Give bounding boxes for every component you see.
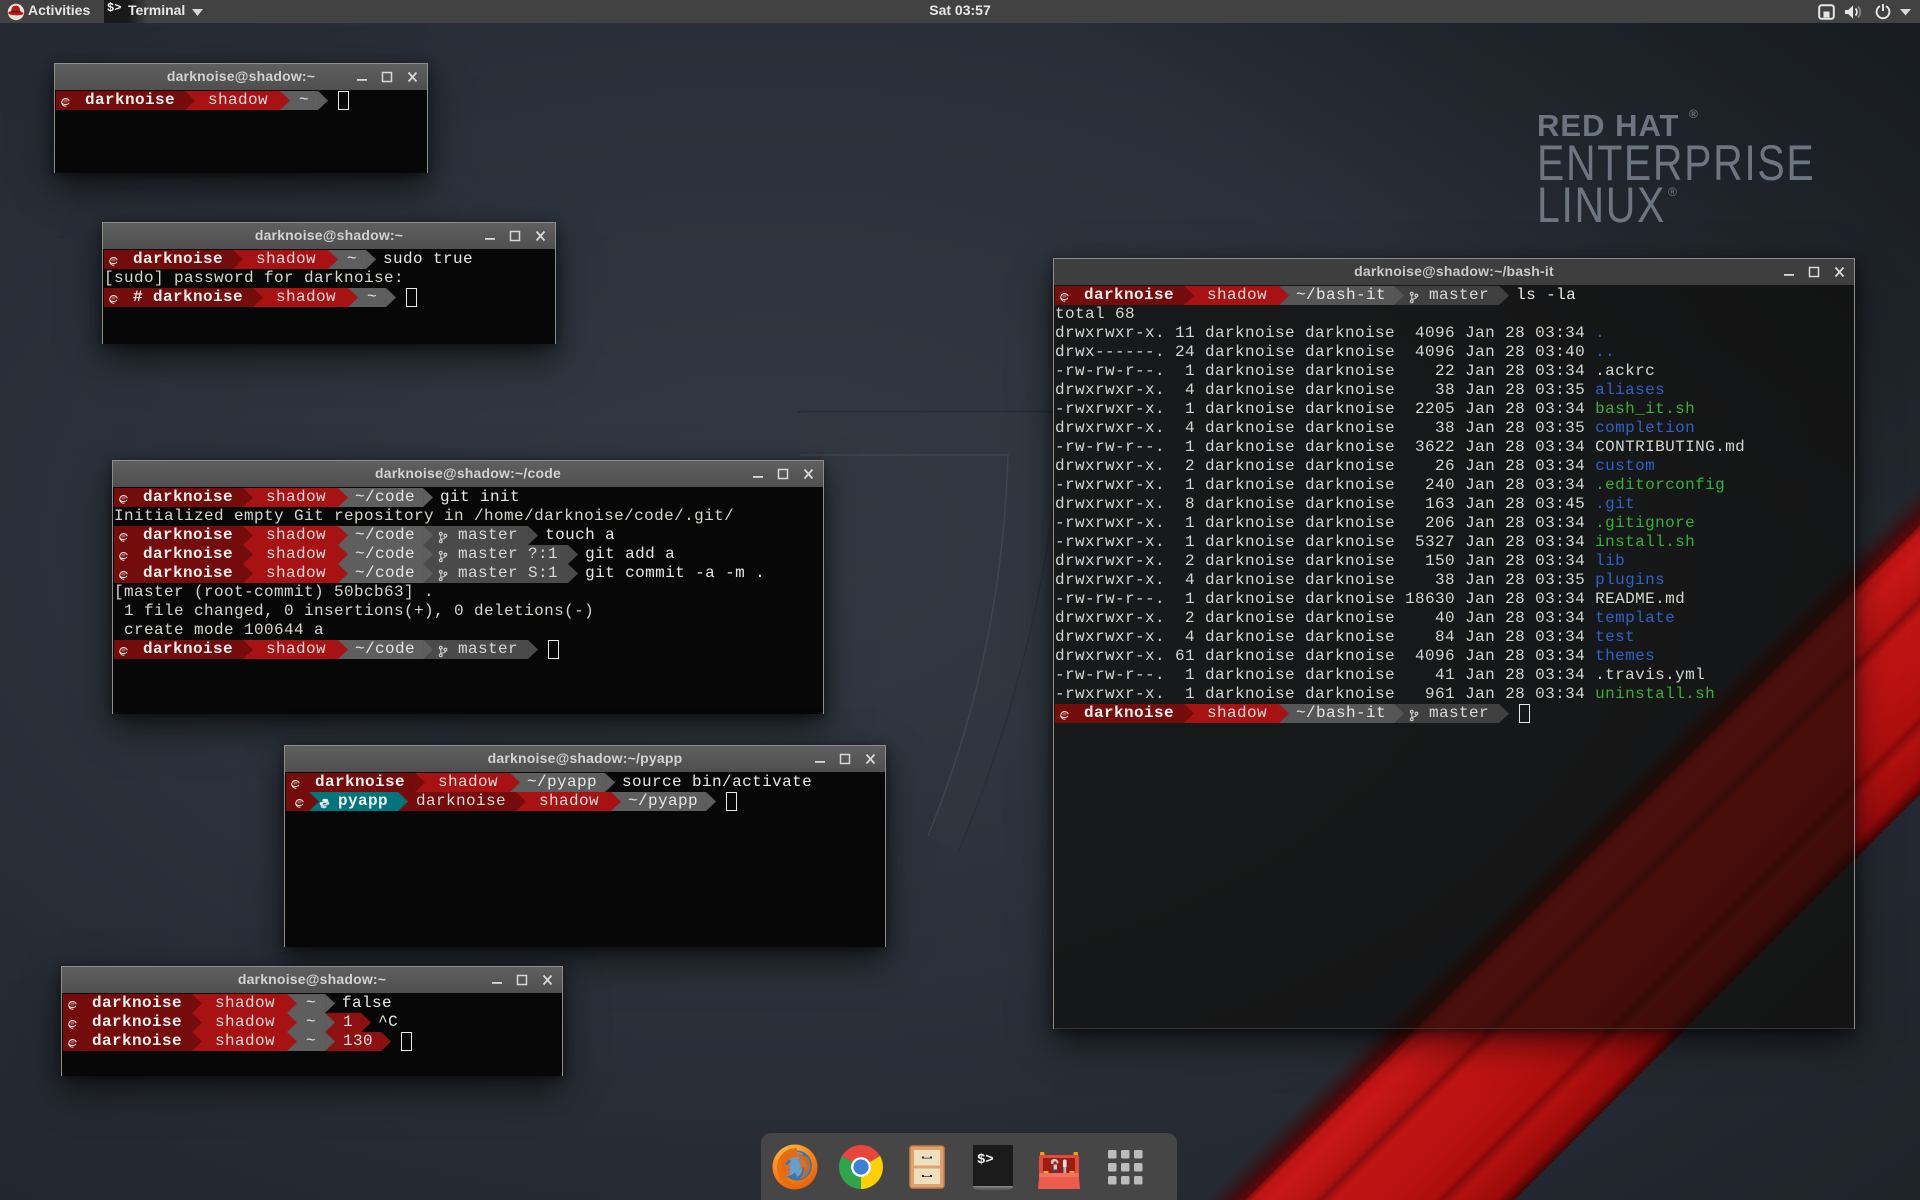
svg-text:LINUX: LINUX [1537,177,1666,233]
svg-text:$>: $> [977,1152,994,1168]
svg-text:®: ® [1689,107,1698,121]
svg-text:®: ® [1668,185,1677,199]
svg-text:$>: $> [107,1,121,15]
